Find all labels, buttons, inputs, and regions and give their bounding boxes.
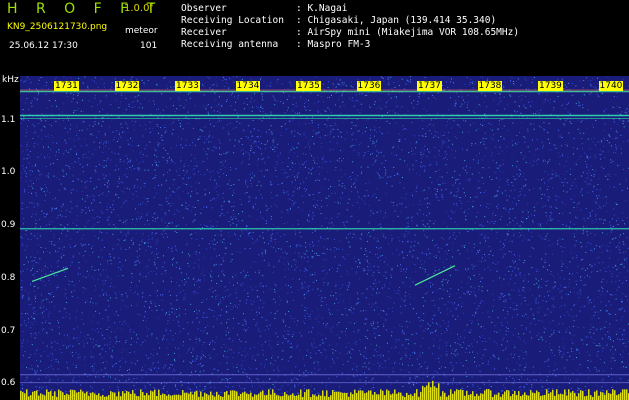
y-tick-label: 1.1 — [1, 114, 16, 125]
count-label: 101 — [140, 41, 158, 51]
receiver-label: Receiver — [181, 27, 227, 38]
y-axis-unit: kHz — [2, 75, 19, 85]
spectrogram-background — [20, 76, 629, 400]
time-label: 1734 — [235, 81, 261, 91]
mode-label: meteor — [125, 26, 158, 36]
observer-label: Observer — [181, 3, 227, 14]
y-tick-label: 0.9 — [1, 220, 16, 231]
app-version: 1.0.0f — [124, 3, 153, 14]
y-tick-label: 0.7 — [1, 325, 16, 336]
info-header: H R O F F T 1.0.0f KN9_2506121730.png me… — [0, 0, 629, 76]
spectrogram-svg — [20, 76, 629, 400]
y-tick-label: 0.6 — [1, 378, 16, 389]
time-label: 1740 — [598, 81, 624, 91]
time-label: 1737 — [417, 81, 442, 91]
file-name: KN9_2506121730.png — [7, 22, 108, 32]
y-tick-label: 0.8 — [1, 272, 16, 283]
receiver-value: : AirSpy mini (Miakejima VOR 108.65MHz) — [296, 27, 520, 38]
location-label: Receiving Location — [181, 15, 284, 26]
time-label: 1738 — [477, 81, 503, 91]
observer-value: : K.Nagai — [296, 3, 348, 14]
y-axis: 1.1 1.0 0.9 0.8 0.7 0.6 — [0, 76, 20, 400]
time-label: 1731 — [54, 81, 79, 91]
location-value: : Chigasaki, Japan (139.414 35.340) — [296, 15, 497, 26]
time-label: 1735 — [296, 81, 321, 91]
antenna-label: Receiving antenna — [181, 39, 279, 50]
spectrogram-plot — [20, 76, 629, 400]
antenna-value: : Maspro FM-3 — [296, 39, 371, 50]
y-tick-label: 1.0 — [1, 167, 16, 178]
datetime-label: 25.06.12 17:30 — [9, 41, 78, 51]
time-label: 1736 — [356, 81, 382, 91]
time-label: 1732 — [114, 81, 140, 91]
time-label: 1739 — [538, 81, 563, 91]
time-label: 1733 — [175, 81, 200, 91]
